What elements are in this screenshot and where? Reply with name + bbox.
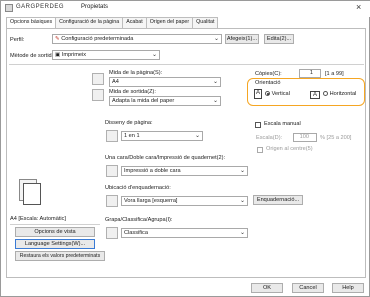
orientation-vertical-radio[interactable]: Vertical: [265, 91, 290, 97]
output-size-icon: [92, 89, 104, 101]
tab-strip: Opcions bàsiques Configuració de la pàgi…: [6, 17, 219, 29]
chevron-down-icon: ⌄: [239, 168, 245, 174]
output-size-select[interactable]: Adapta la mida del paper ⌄: [109, 96, 221, 106]
orientation-horizontal-radio[interactable]: Horitzontal: [323, 91, 356, 97]
chevron-down-icon: ⌄: [239, 230, 245, 236]
duplex-label: Una cara/Doble cara/Impressió de quadern…: [105, 155, 226, 161]
page-size-value: A4: [112, 79, 119, 85]
page-size-label: Mida de la pàgina(S):: [109, 70, 163, 76]
view-options-button[interactable]: Opcions de vista: [15, 227, 95, 237]
layout-value: 1 en 1: [124, 133, 140, 139]
restore-defaults-button[interactable]: Restaura els valors predeterminats: [15, 251, 105, 261]
scale-input[interactable]: 100: [293, 133, 317, 142]
binding-icon: [106, 195, 118, 207]
radio-selected-icon: [265, 91, 270, 97]
copies-range: [1 a 99]: [325, 71, 344, 77]
output-method-select[interactable]: ▣ Imprimeix ⌄: [52, 50, 160, 60]
print-icon: ▣: [55, 52, 62, 58]
help-button[interactable]: Help: [332, 283, 364, 293]
binding-select[interactable]: Vora llarga [esquerra] ⌄: [121, 196, 248, 206]
chevron-down-icon: ⌄: [213, 36, 219, 42]
manual-scale-checkbox[interactable]: [255, 122, 261, 128]
window-title: Propietats: [81, 4, 109, 10]
printer-icon: [5, 4, 13, 12]
printer-name: GARGPERDEG: [16, 4, 65, 10]
layout-label: Disseny de pàgina:: [105, 120, 153, 126]
duplex-icon: [106, 165, 118, 177]
divider: [10, 224, 100, 225]
profile-select[interactable]: ✎ Configuració predeterminada ⌄: [52, 34, 222, 44]
binding-button[interactable]: Enquadernació...: [253, 195, 303, 205]
output-method-label: Mètode de sortida:: [10, 53, 57, 59]
scale-label: Escala(D):: [256, 135, 283, 141]
profile-add-button[interactable]: Afegeix(1)...: [225, 34, 259, 44]
chevron-down-icon: ⌄: [151, 52, 157, 58]
manual-scale-label: Escala manual: [264, 121, 301, 127]
preview-caption: A4 [Escala: Automàtic]: [10, 216, 66, 222]
copies-label: Còpies(C):: [255, 71, 282, 77]
chevron-down-icon: ⌄: [212, 79, 218, 85]
staple-icon: [106, 227, 118, 239]
profile-edit-button[interactable]: Edita(2)...: [264, 34, 294, 44]
copies-input[interactable]: 1: [299, 69, 321, 78]
page-preview-icon: [23, 183, 41, 205]
title-bar: GARGPERDEG Propietats ×: [1, 1, 370, 17]
profile-value: Configuració predeterminada: [61, 36, 134, 42]
ok-button[interactable]: OK: [251, 283, 283, 293]
landscape-icon: A: [310, 91, 320, 99]
divider: [9, 64, 364, 65]
orientation-horizontal-label: Horitzontal: [329, 91, 357, 97]
orientation-vertical-label: Vertical: [271, 91, 290, 97]
chevron-down-icon: ⌄: [194, 133, 200, 139]
tab-page-setup[interactable]: Configuració de la pàgina: [55, 17, 124, 28]
staple-select[interactable]: Classifica ⌄: [121, 228, 248, 238]
tab-paper-source[interactable]: Origen del paper: [145, 17, 194, 28]
profile-icon: ✎: [55, 36, 60, 42]
chevron-down-icon: ⌄: [239, 198, 245, 204]
page-size-select[interactable]: A4 ⌄: [109, 77, 221, 87]
cancel-button[interactable]: Cancel: [292, 283, 324, 293]
center-origin-label: Origen al centre(5): [266, 146, 313, 152]
orientation-label: Orientació: [255, 80, 281, 86]
chevron-down-icon: ⌄: [212, 98, 218, 104]
duplex-value: Impressió a doble cara: [124, 168, 181, 174]
language-settings-button[interactable]: Language Settings(W)...: [15, 239, 95, 249]
layout-icon: [106, 130, 118, 142]
page-size-icon: [92, 73, 104, 85]
staple-value: Classifica: [124, 230, 148, 236]
binding-label: Ubicació d'enquadernació:: [105, 185, 171, 191]
close-icon[interactable]: ×: [356, 2, 361, 12]
duplex-select[interactable]: Impressió a doble cara ⌄: [121, 166, 248, 176]
output-size-label: Mida de sortida(Z):: [109, 89, 156, 95]
copies-value: 1: [309, 70, 313, 76]
tab-finishing[interactable]: Acabat: [122, 17, 147, 28]
profile-label: Perfil:: [10, 37, 25, 43]
output-size-value: Adapta la mida del paper: [112, 98, 175, 104]
binding-value: Vora llarga [esquerra]: [124, 198, 178, 204]
scale-value: 100: [299, 134, 309, 140]
properties-window: GARGPERDEG Propietats × Opcions bàsiques…: [0, 0, 370, 297]
staple-label: Grapa/Classifica/Agrupa(I):: [105, 217, 173, 223]
portrait-icon: A: [254, 89, 262, 99]
tab-panel: Perfil: ✎ Configuració predeterminada ⌄ …: [6, 28, 366, 278]
center-origin-checkbox[interactable]: [257, 147, 263, 153]
radio-unselected-icon: [323, 91, 328, 97]
scale-range: % [25 a 200]: [320, 135, 352, 141]
layout-select[interactable]: 1 en 1 ⌄: [121, 131, 203, 141]
tab-quality[interactable]: Qualitat: [192, 17, 219, 28]
output-method-value: Imprimeix: [61, 52, 87, 58]
